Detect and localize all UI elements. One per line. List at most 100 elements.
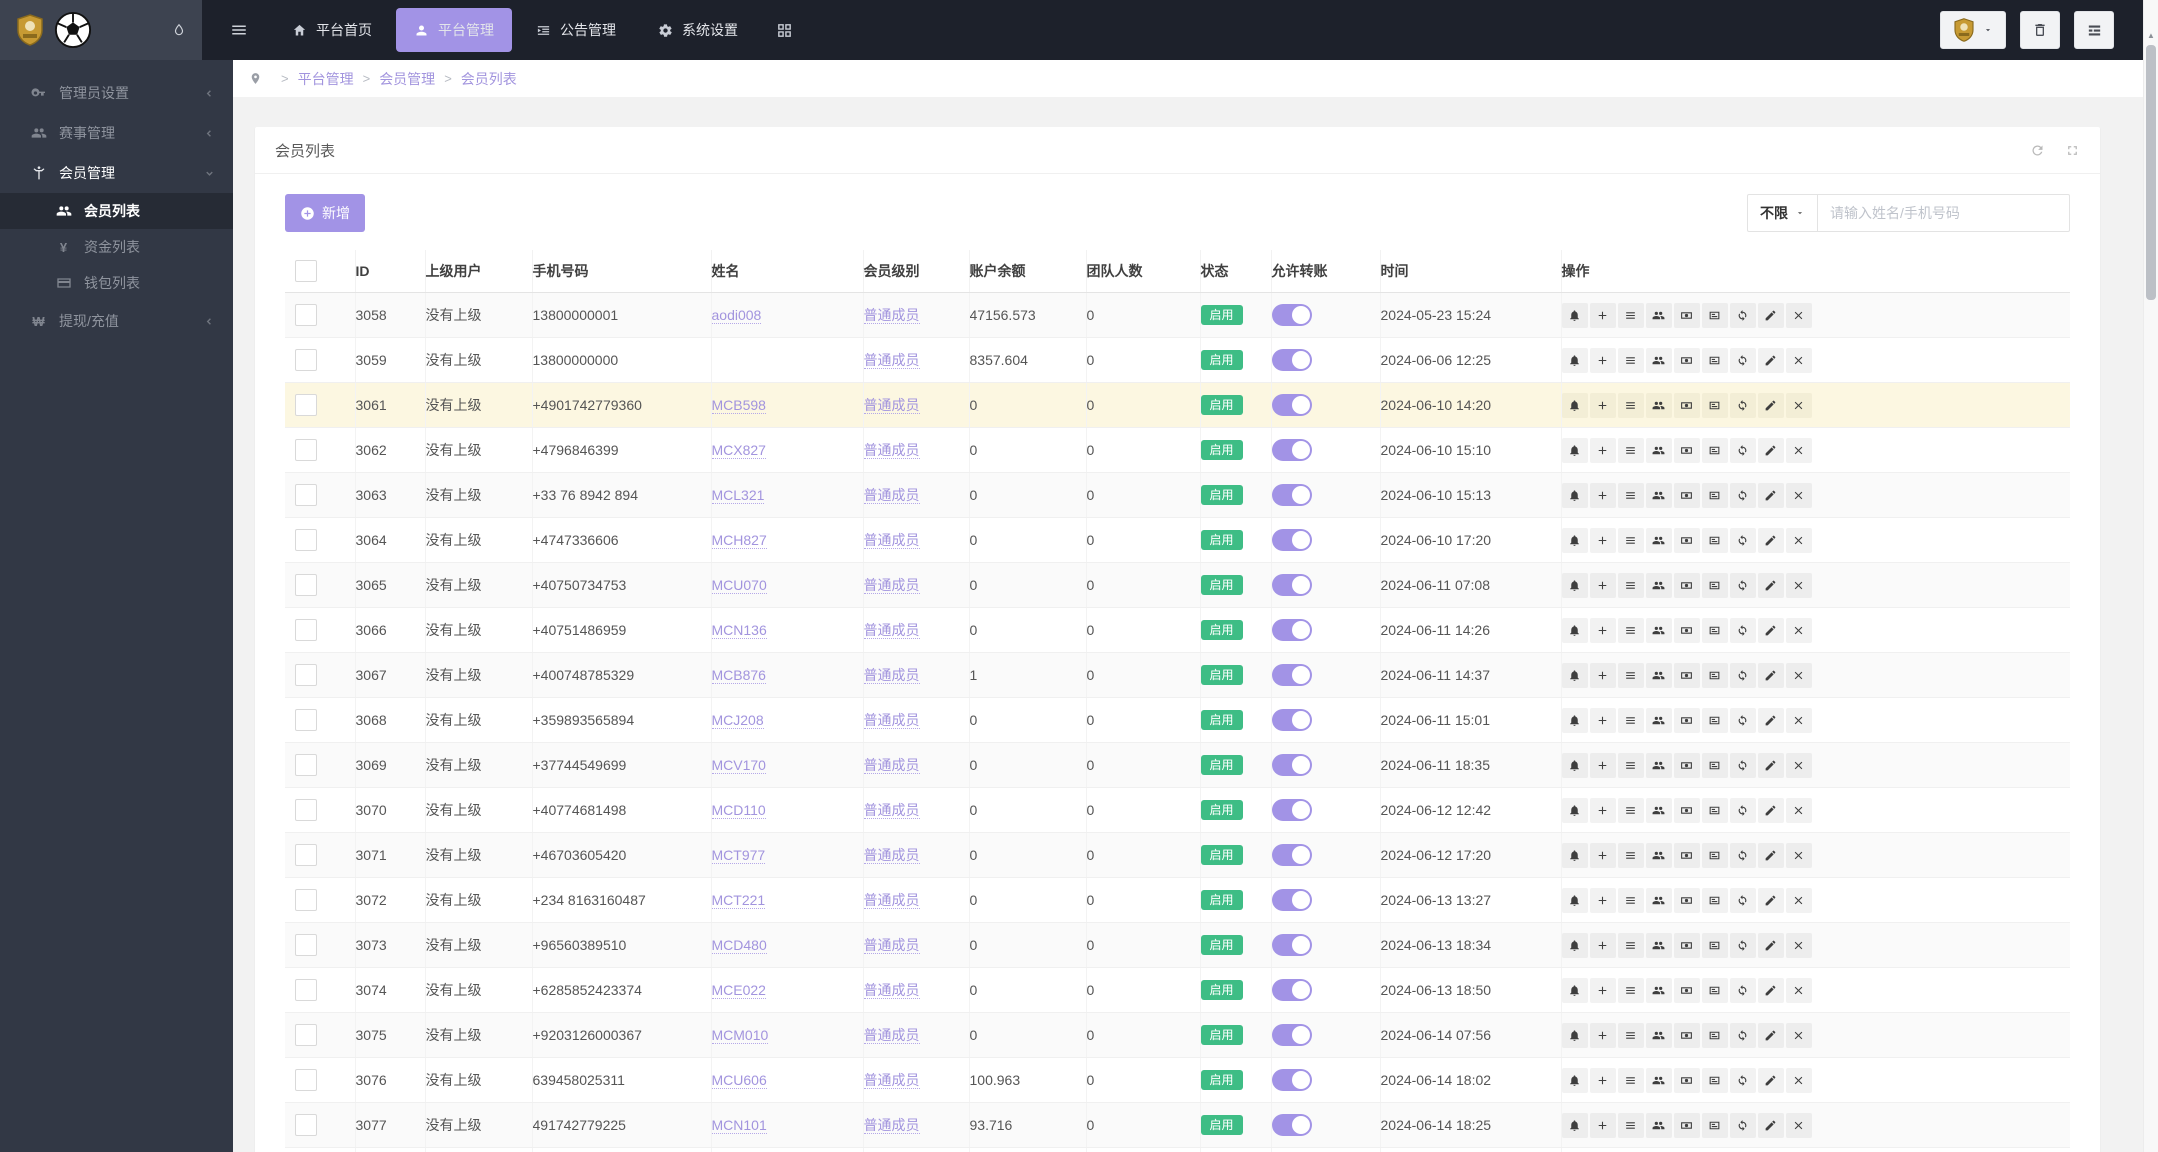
card-icon-button[interactable] xyxy=(1702,798,1728,823)
scrollbar-thumb[interactable] xyxy=(2146,45,2156,300)
delete-icon-button[interactable] xyxy=(1786,1068,1812,1093)
member-name-link[interactable]: MCB598 xyxy=(712,397,766,414)
member-name-link[interactable]: MCN136 xyxy=(712,622,767,639)
edit-icon-button[interactable] xyxy=(1758,708,1784,733)
list-icon-button[interactable] xyxy=(1618,753,1644,778)
plus-icon-button[interactable] xyxy=(1590,708,1616,733)
card-icon-button[interactable] xyxy=(1702,438,1728,463)
member-level-link[interactable]: 普通成员 xyxy=(864,622,920,639)
users-icon-button[interactable] xyxy=(1646,438,1672,463)
member-level-link[interactable]: 普通成员 xyxy=(864,667,920,684)
users-icon-button[interactable] xyxy=(1646,348,1672,373)
list-icon-button[interactable] xyxy=(1618,1023,1644,1048)
member-name-link[interactable]: MCJ208 xyxy=(712,712,764,729)
plus-icon-button[interactable] xyxy=(1590,393,1616,418)
money-icon-button[interactable] xyxy=(1674,438,1700,463)
card-icon-button[interactable] xyxy=(1702,888,1728,913)
nav-item-platform-management[interactable]: 平台管理 xyxy=(396,8,512,52)
money-icon-button[interactable] xyxy=(1674,303,1700,328)
plus-icon-button[interactable] xyxy=(1590,303,1616,328)
sidebar-item-event-management[interactable]: 赛事管理 xyxy=(0,113,233,153)
users-icon-button[interactable] xyxy=(1646,843,1672,868)
plus-icon-button[interactable] xyxy=(1590,618,1616,643)
row-checkbox[interactable] xyxy=(295,979,317,1001)
users-icon-button[interactable] xyxy=(1646,798,1672,823)
list-icon-button[interactable] xyxy=(1618,708,1644,733)
card-icon-button[interactable] xyxy=(1702,843,1728,868)
recycle-icon-button[interactable] xyxy=(1730,1068,1756,1093)
card-icon-button[interactable] xyxy=(1702,1113,1728,1138)
delete-icon-button[interactable] xyxy=(1786,933,1812,958)
money-icon-button[interactable] xyxy=(1674,753,1700,778)
money-icon-button[interactable] xyxy=(1674,708,1700,733)
recycle-icon-button[interactable] xyxy=(1730,303,1756,328)
bell-icon-button[interactable] xyxy=(1562,978,1588,1003)
users-icon-button[interactable] xyxy=(1646,1068,1672,1093)
row-checkbox[interactable] xyxy=(295,1024,317,1046)
edit-icon-button[interactable] xyxy=(1758,1068,1784,1093)
delete-icon-button[interactable] xyxy=(1786,438,1812,463)
delete-icon-button[interactable] xyxy=(1786,393,1812,418)
users-icon-button[interactable] xyxy=(1646,933,1672,958)
edit-icon-button[interactable] xyxy=(1758,933,1784,958)
transfer-toggle[interactable] xyxy=(1272,439,1312,461)
money-icon-button[interactable] xyxy=(1674,483,1700,508)
recycle-icon-button[interactable] xyxy=(1730,438,1756,463)
edit-icon-button[interactable] xyxy=(1758,798,1784,823)
member-level-link[interactable]: 普通成员 xyxy=(864,397,920,414)
plus-icon-button[interactable] xyxy=(1590,753,1616,778)
member-level-link[interactable]: 普通成员 xyxy=(864,847,920,864)
row-checkbox[interactable] xyxy=(295,754,317,776)
edit-icon-button[interactable] xyxy=(1758,843,1784,868)
edit-icon-button[interactable] xyxy=(1758,978,1784,1003)
row-checkbox[interactable] xyxy=(295,394,317,416)
row-checkbox[interactable] xyxy=(295,1114,317,1136)
delete-icon-button[interactable] xyxy=(1786,663,1812,688)
money-icon-button[interactable] xyxy=(1674,1113,1700,1138)
money-icon-button[interactable] xyxy=(1674,798,1700,823)
member-level-link[interactable]: 普通成员 xyxy=(864,1072,920,1089)
bell-icon-button[interactable] xyxy=(1562,888,1588,913)
edit-icon-button[interactable] xyxy=(1758,618,1784,643)
sidebar-item-wallet-list[interactable]: 钱包列表 xyxy=(0,265,233,301)
bell-icon-button[interactable] xyxy=(1562,393,1588,418)
member-name-link[interactable]: MCE022 xyxy=(712,982,766,999)
plus-icon-button[interactable] xyxy=(1590,933,1616,958)
transfer-toggle[interactable] xyxy=(1272,529,1312,551)
delete-icon-button[interactable] xyxy=(1786,753,1812,778)
money-icon-button[interactable] xyxy=(1674,663,1700,688)
plus-icon-button[interactable] xyxy=(1590,528,1616,553)
trash-button[interactable] xyxy=(2020,11,2060,49)
member-name-link[interactable]: MCU070 xyxy=(712,577,767,594)
member-name-link[interactable]: MCT221 xyxy=(712,892,766,909)
delete-icon-button[interactable] xyxy=(1786,978,1812,1003)
delete-icon-button[interactable] xyxy=(1786,348,1812,373)
member-level-link[interactable]: 普通成员 xyxy=(864,307,920,324)
bell-icon-button[interactable] xyxy=(1562,573,1588,598)
sidebar-item-funds-list[interactable]: ¥ 资金列表 xyxy=(0,229,233,265)
row-checkbox[interactable] xyxy=(295,889,317,911)
edit-icon-button[interactable] xyxy=(1758,483,1784,508)
nav-item-announcement-management[interactable]: 公告管理 xyxy=(518,8,634,52)
member-level-link[interactable]: 普通成员 xyxy=(864,1027,920,1044)
edit-icon-button[interactable] xyxy=(1758,753,1784,778)
transfer-toggle[interactable] xyxy=(1272,1069,1312,1091)
edit-icon-button[interactable] xyxy=(1758,1113,1784,1138)
edit-icon-button[interactable] xyxy=(1758,393,1784,418)
row-checkbox[interactable] xyxy=(295,349,317,371)
plus-icon-button[interactable] xyxy=(1590,663,1616,688)
plus-icon-button[interactable] xyxy=(1590,483,1616,508)
delete-icon-button[interactable] xyxy=(1786,303,1812,328)
money-icon-button[interactable] xyxy=(1674,933,1700,958)
row-checkbox[interactable] xyxy=(295,574,317,596)
row-checkbox[interactable] xyxy=(295,1069,317,1091)
member-level-link[interactable]: 普通成员 xyxy=(864,352,920,369)
row-checkbox[interactable] xyxy=(295,619,317,641)
transfer-toggle[interactable] xyxy=(1272,934,1312,956)
plus-icon-button[interactable] xyxy=(1590,978,1616,1003)
bell-icon-button[interactable] xyxy=(1562,303,1588,328)
list-icon-button[interactable] xyxy=(1618,798,1644,823)
card-icon-button[interactable] xyxy=(1702,528,1728,553)
breadcrumb-link-member-list[interactable]: 会员列表 xyxy=(461,69,517,89)
card-icon-button[interactable] xyxy=(1702,1023,1728,1048)
